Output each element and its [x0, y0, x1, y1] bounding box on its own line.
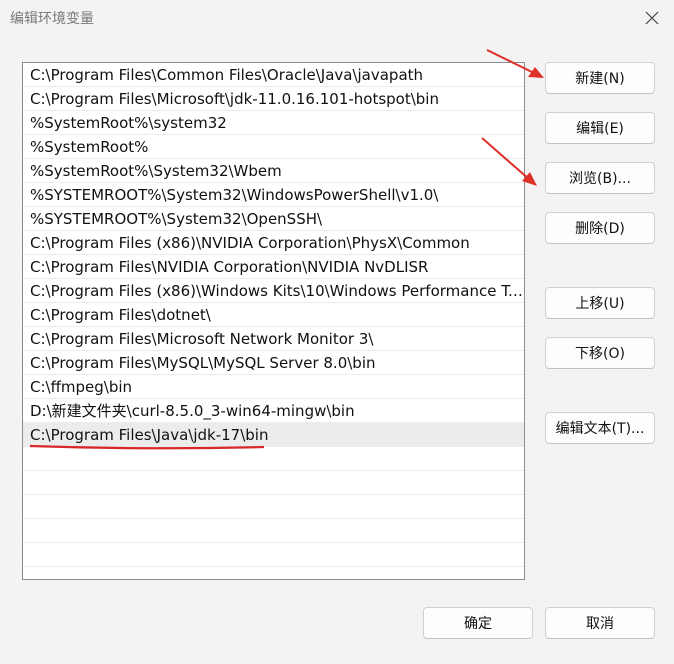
path-list-item[interactable]: C:\Program Files\Microsoft Network Monit… — [23, 327, 524, 351]
edit-environment-variable-dialog: 编辑环境变量 C:\Program Files\Common Files\Ora… — [0, 0, 674, 664]
empty-row — [23, 543, 524, 567]
new-button[interactable]: 新建(N) — [545, 62, 655, 94]
close-icon — [645, 11, 659, 25]
ok-button[interactable]: 确定 — [423, 607, 533, 639]
edit-button[interactable]: 编辑(E) — [545, 112, 655, 144]
path-list-item[interactable]: C:\Program Files\Microsoft\jdk-11.0.16.1… — [23, 87, 524, 111]
browse-button[interactable]: 浏览(B)... — [545, 162, 655, 194]
path-list-item[interactable]: C:\Program Files (x86)\Windows Kits\10\W… — [23, 279, 524, 303]
edit-text-button[interactable]: 编辑文本(T)... — [545, 412, 655, 444]
empty-row — [23, 495, 524, 519]
path-list-item[interactable]: %SYSTEMROOT%\System32\WindowsPowerShell\… — [23, 183, 524, 207]
dialog-title: 编辑环境变量 — [10, 11, 94, 27]
path-list-item[interactable]: D:\新建文件夹\curl-8.5.0_3-win64-mingw\bin — [23, 399, 524, 423]
empty-row — [23, 471, 524, 495]
delete-button[interactable]: 删除(D) — [545, 212, 655, 244]
path-list-item[interactable]: %SystemRoot%\System32\Wbem — [23, 159, 524, 183]
path-list[interactable]: C:\Program Files\Common Files\Oracle\Jav… — [22, 62, 525, 580]
path-list-item[interactable]: C:\ffmpeg\bin — [23, 375, 524, 399]
empty-row — [23, 447, 524, 471]
path-list-item[interactable]: %SystemRoot% — [23, 135, 524, 159]
move-down-button[interactable]: 下移(O) — [545, 337, 655, 369]
path-list-item[interactable]: C:\Program Files\dotnet\ — [23, 303, 524, 327]
cancel-button[interactable]: 取消 — [545, 607, 655, 639]
path-list-item[interactable]: C:\Program Files\NVIDIA Corporation\NVID… — [23, 255, 524, 279]
path-list-item[interactable]: %SystemRoot%\system32 — [23, 111, 524, 135]
path-list-item[interactable]: C:\Program Files (x86)\NVIDIA Corporatio… — [23, 231, 524, 255]
path-list-item[interactable]: %SYSTEMROOT%\System32\OpenSSH\ — [23, 207, 524, 231]
empty-row — [23, 567, 524, 579]
close-button[interactable] — [640, 6, 664, 30]
move-up-button[interactable]: 上移(U) — [545, 287, 655, 319]
empty-row — [23, 519, 524, 543]
red-underline-annotation — [29, 444, 265, 450]
path-list-item[interactable]: C:\Program Files\MySQL\MySQL Server 8.0\… — [23, 351, 524, 375]
path-list-item[interactable]: C:\Program Files\Common Files\Oracle\Jav… — [23, 63, 524, 87]
